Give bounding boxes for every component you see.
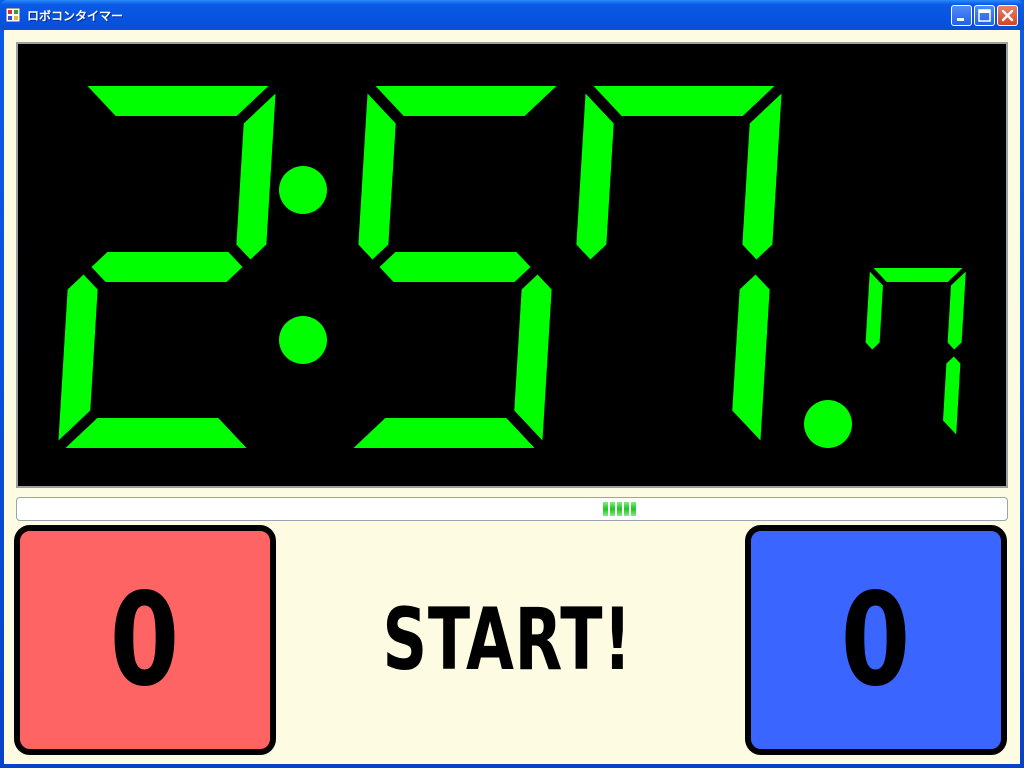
digit-seconds-ones-seg-a (593, 86, 775, 116)
colon-dot-bottom (279, 316, 327, 364)
window-title: ロボコンタイマー (27, 9, 124, 23)
progress-chunk (603, 502, 608, 516)
digit-seconds-tens-seg-c (514, 274, 552, 441)
digit-seconds-ones-seg-b (742, 93, 782, 260)
maximize-icon (978, 9, 991, 22)
digit-seconds-ones-seg-f (576, 93, 614, 260)
digit-tenths-seg-b (947, 271, 966, 350)
start-button[interactable]: START! (289, 590, 725, 690)
digit-minutes-seg-g (91, 252, 243, 282)
digit-minutes-seg-b (236, 93, 276, 260)
digit-tenths-seg-f (865, 271, 883, 350)
client-area: 0 START! 0 (4, 30, 1020, 764)
maximize-button[interactable] (974, 5, 995, 26)
app-window: ロボコンタイマー 0 START! 0 (0, 0, 1024, 768)
digit-seconds-tens-seg-f (358, 93, 396, 260)
progress-chunk (610, 502, 615, 516)
digit-seconds-tens-seg-d (353, 418, 535, 448)
title-bar[interactable]: ロボコンタイマー (0, 0, 1024, 30)
app-icon (6, 8, 20, 22)
digit-tenths-seg-c (943, 356, 961, 435)
red-score-box[interactable]: 0 (14, 525, 276, 755)
timer-display (16, 42, 1008, 488)
progress-chunk (617, 502, 622, 516)
timer-digits (58, 86, 966, 448)
digit-tenths-seg-a (873, 268, 963, 282)
minimize-icon (957, 18, 964, 21)
blue-score-box[interactable]: 0 (745, 525, 1007, 755)
progress-bar (16, 497, 1008, 521)
red-score: 0 (110, 565, 180, 715)
digit-minutes-seg-d (65, 418, 247, 448)
close-icon (1001, 9, 1014, 22)
colon-dot-top (279, 166, 327, 214)
start-label: START! (382, 590, 632, 690)
progress-chunk (624, 502, 629, 516)
digit-seconds-tens-seg-g (379, 252, 531, 282)
decimal-point (804, 400, 852, 448)
progress-chunk (631, 502, 636, 516)
close-button[interactable] (997, 5, 1018, 26)
digit-minutes-seg-e (58, 274, 98, 441)
digit-seconds-tens-seg-a (375, 86, 557, 116)
blue-score: 0 (841, 565, 911, 715)
digit-seconds-ones-seg-c (732, 274, 770, 441)
digit-minutes-seg-a (87, 86, 269, 116)
minimize-button[interactable] (951, 5, 972, 26)
